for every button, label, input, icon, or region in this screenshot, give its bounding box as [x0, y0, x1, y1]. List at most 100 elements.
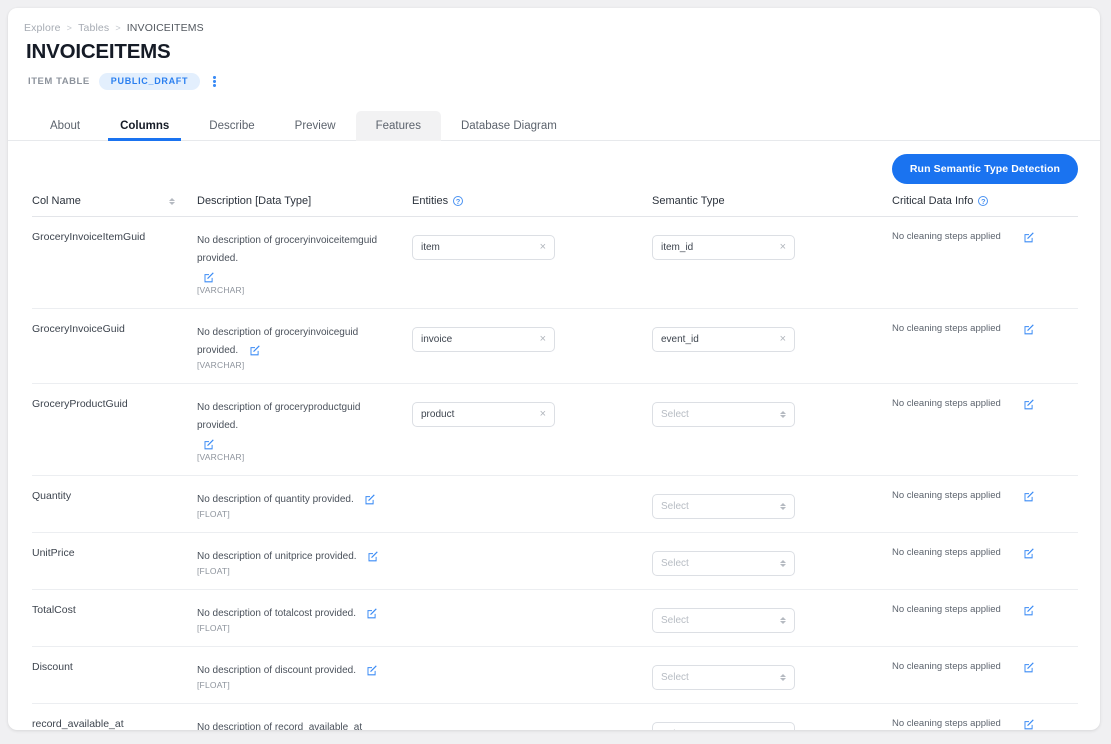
semantic-type-placeholder: Select [661, 672, 689, 683]
cell-critical-data-info: No cleaning steps applied [892, 603, 1078, 616]
run-semantic-type-detection-button[interactable]: Run Semantic Type Detection [891, 154, 1078, 184]
description-text: No description of unitprice provided. [197, 551, 357, 562]
column-header-label: Col Name [32, 195, 81, 207]
cell-col-name: GroceryInvoiceGuid [32, 323, 125, 335]
breadcrumb: Explore > Tables > INVOICEITEMS [8, 8, 1100, 34]
status-badge: PUBLIC_DRAFT [98, 73, 201, 90]
description-text: No description of groceryproductguid pro… [197, 402, 361, 431]
cell-semantic-type: Select [652, 660, 892, 690]
chevron-updown-icon[interactable] [780, 410, 786, 419]
cell-description: No description of quantity provided. [FL… [197, 489, 412, 519]
chevron-updown-icon[interactable] [780, 616, 786, 625]
clear-icon[interactable]: × [540, 242, 546, 253]
tab-describe[interactable]: Describe [189, 111, 274, 141]
semantic-type-select[interactable]: Select [652, 608, 795, 633]
edit-pencil-icon[interactable] [366, 607, 378, 619]
semantic-type-input[interactable]: item_id × [652, 235, 795, 260]
table-row: UnitPrice No description of unitprice pr… [32, 533, 1078, 590]
table-row: record_available_at No description of re… [32, 704, 1078, 730]
cell-col-name: GroceryInvoiceItemGuid [32, 231, 146, 243]
breadcrumb-item-current: INVOICEITEMS [126, 22, 204, 34]
cell-critical-data-info: No cleaning steps applied [892, 230, 1078, 243]
data-type-label: [FLOAT] [197, 680, 230, 690]
edit-pencil-icon[interactable] [1023, 604, 1035, 616]
cell-col-name: Discount [32, 661, 73, 673]
tab-preview[interactable]: Preview [275, 111, 356, 141]
edit-pencil-icon[interactable] [1023, 490, 1035, 502]
edit-pencil-icon[interactable] [1023, 547, 1035, 559]
entity-input-value: product [421, 409, 455, 420]
column-header-entities: Entities ? [412, 195, 652, 207]
edit-pencil-icon[interactable] [203, 271, 398, 283]
sort-icon[interactable] [169, 197, 175, 205]
cell-col-name: GroceryProductGuid [32, 398, 128, 410]
clear-icon[interactable]: × [780, 242, 786, 253]
chevron-updown-icon[interactable] [780, 559, 786, 568]
semantic-type-placeholder: Select [661, 729, 689, 730]
content-card: Explore > Tables > INVOICEITEMS INVOICEI… [8, 8, 1100, 730]
clear-icon[interactable]: × [780, 334, 786, 345]
semantic-type-select[interactable]: Select [652, 722, 795, 730]
columns-table: Col Name Description [Data Type] Entitie… [8, 184, 1100, 730]
tab-database-diagram[interactable]: Database Diagram [441, 111, 577, 141]
cell-entities: invoice × [412, 322, 652, 352]
edit-pencil-icon[interactable] [366, 664, 378, 676]
edit-pencil-icon[interactable] [203, 438, 398, 450]
data-type-label: [FLOAT] [197, 566, 230, 576]
edit-pencil-icon[interactable] [1023, 323, 1035, 335]
edit-pencil-icon[interactable] [1023, 718, 1035, 730]
cell-semantic-type: event_id × [652, 322, 892, 352]
data-type-label: [FLOAT] [197, 623, 230, 633]
tab-columns[interactable]: Columns [100, 111, 189, 141]
edit-pencil-icon[interactable] [367, 550, 379, 562]
cell-col-name: Quantity [32, 490, 72, 502]
column-header-critical-data-info: Critical Data Info ? [892, 195, 1078, 207]
column-header-semantic-type: Semantic Type [652, 195, 892, 207]
cell-entities: item × [412, 230, 652, 260]
info-icon[interactable]: ? [978, 196, 989, 206]
edit-pencil-icon[interactable] [249, 344, 261, 356]
critical-data-text: No cleaning steps applied [892, 661, 1001, 672]
entity-input[interactable]: invoice × [412, 327, 555, 352]
semantic-type-select[interactable]: Select [652, 665, 795, 690]
edit-pencil-icon[interactable] [1023, 231, 1035, 243]
clear-icon[interactable]: × [540, 334, 546, 345]
entity-input[interactable]: item × [412, 235, 555, 260]
cell-col-name: TotalCost [32, 604, 76, 616]
chevron-updown-icon[interactable] [780, 502, 786, 511]
cell-description: No description of discount provided. [FL… [197, 660, 412, 690]
cell-description: No description of unitprice provided. [F… [197, 546, 412, 576]
breadcrumb-item-explore[interactable]: Explore [24, 22, 61, 34]
description-text: No description of record_available_at pr… [197, 722, 363, 730]
cell-semantic-type: Select [652, 489, 892, 519]
breadcrumb-item-tables[interactable]: Tables [78, 22, 109, 34]
chevron-updown-icon[interactable] [780, 673, 786, 682]
page-title: INVOICEITEMS [26, 40, 171, 63]
clear-icon[interactable]: × [540, 409, 546, 420]
critical-data-text: No cleaning steps applied [892, 718, 1001, 729]
tab-about[interactable]: About [30, 111, 100, 141]
semantic-type-select[interactable]: Select [652, 402, 795, 427]
semantic-type-select[interactable]: Select [652, 551, 795, 576]
critical-data-text: No cleaning steps applied [892, 231, 1001, 242]
cell-critical-data-info: No cleaning steps applied [892, 322, 1078, 335]
edit-pencil-icon[interactable] [1023, 398, 1035, 410]
more-options-icon[interactable] [209, 74, 219, 88]
tab-features[interactable]: Features [355, 111, 441, 141]
semantic-type-input[interactable]: event_id × [652, 327, 795, 352]
table-body: GroceryInvoiceItemGuid No description of… [32, 217, 1078, 730]
info-icon[interactable]: ? [453, 196, 464, 206]
table-row: GroceryInvoiceItemGuid No description of… [32, 217, 1078, 309]
critical-data-text: No cleaning steps applied [892, 547, 1001, 558]
semantic-type-select[interactable]: Select [652, 494, 795, 519]
edit-pencil-icon[interactable] [364, 493, 376, 505]
cell-critical-data-info: No cleaning steps applied [892, 489, 1078, 502]
tab-bar: About Columns Describe Preview Features … [8, 99, 1100, 141]
column-header-label: Description [Data Type] [197, 195, 312, 207]
cell-col-name: UnitPrice [32, 547, 75, 559]
critical-data-text: No cleaning steps applied [892, 398, 1001, 409]
edit-pencil-icon[interactable] [1023, 661, 1035, 673]
entity-input[interactable]: product × [412, 402, 555, 427]
semantic-type-placeholder: Select [661, 409, 689, 420]
cell-semantic-type: Select [652, 546, 892, 576]
